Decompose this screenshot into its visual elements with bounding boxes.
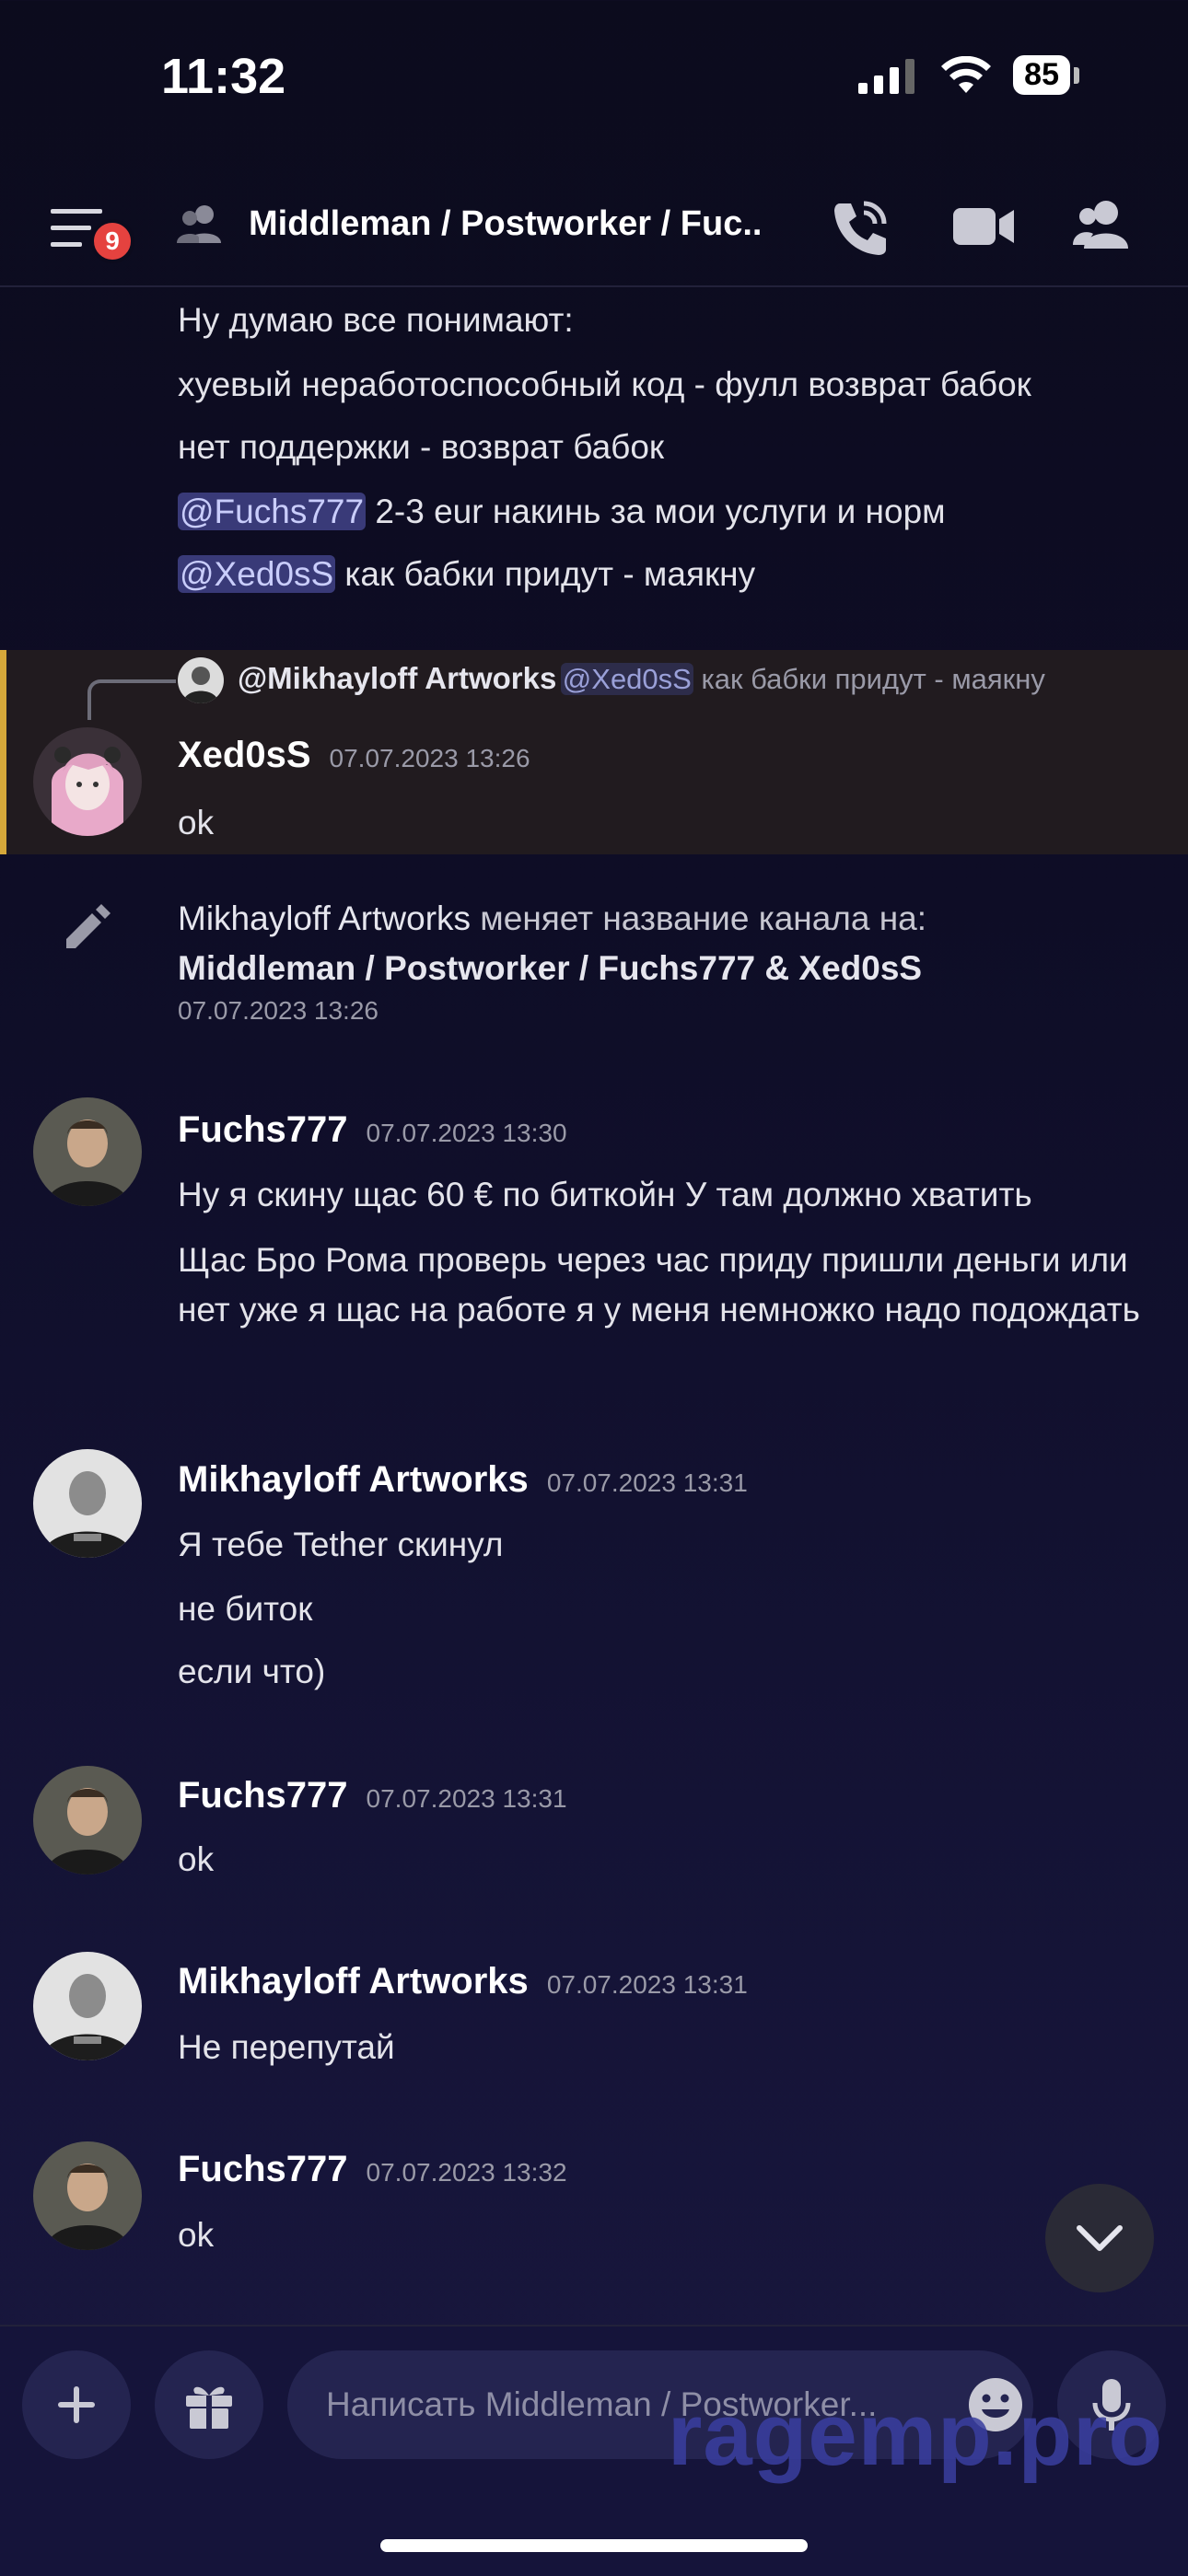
timestamp: 07.07.2023 13:31 xyxy=(546,1970,748,1999)
avatar[interactable] xyxy=(178,657,224,703)
signal-icon xyxy=(858,58,915,94)
message-header: Fuchs777 07.07.2023 13:32 xyxy=(178,2149,567,2190)
message-text: ok xyxy=(178,2216,215,2254)
battery-tip-icon xyxy=(1074,66,1079,84)
reply-text: как бабки придут - маякну xyxy=(693,663,1045,695)
system-message: Mikhayloff Artworks меняет название кана… xyxy=(178,895,926,943)
avatar[interactable] xyxy=(33,1952,142,2060)
channel-title[interactable]: Middleman / Postworker / Fuc... xyxy=(249,204,764,244)
chevron-down-icon xyxy=(1077,2225,1123,2251)
status-time: 11:32 xyxy=(161,49,286,104)
gift-button[interactable] xyxy=(155,2350,263,2459)
attach-button[interactable] xyxy=(22,2350,131,2459)
plus-icon xyxy=(58,2386,95,2423)
reply-preview[interactable]: @Mikhayloff Artworks @Xed0sS как бабки п… xyxy=(238,661,1045,696)
avatar[interactable] xyxy=(33,1449,142,1558)
message-text: Щас Бро Рома проверь через час приду при… xyxy=(178,1241,1140,1329)
message-text: не биток xyxy=(178,1590,313,1628)
avatar[interactable] xyxy=(33,2141,142,2250)
message-text: ok xyxy=(178,804,215,841)
timestamp: 07.07.2023 13:26 xyxy=(178,996,379,1025)
message-line: нет поддержки - возврат бабок xyxy=(178,428,665,466)
system-new-name: Middleman / Postworker / Fuchs777 & Xed0… xyxy=(178,949,923,987)
message-line: Ну думаю все понимают: xyxy=(178,301,574,339)
timestamp: 07.07.2023 13:31 xyxy=(366,1784,567,1813)
gift-icon xyxy=(186,2386,232,2429)
timestamp: 07.07.2023 13:30 xyxy=(366,1119,567,1147)
timestamp: 07.07.2023 13:32 xyxy=(366,2158,567,2187)
message-text: если что) xyxy=(178,1653,326,1690)
message-text: 2-3 eur накинь за мои услуги и норм xyxy=(366,493,946,530)
pencil-icon xyxy=(66,904,111,948)
notification-badge: 9 xyxy=(90,219,134,263)
user-mention[interactable]: @Xed0sS xyxy=(178,555,336,593)
jump-to-present-button[interactable] xyxy=(1045,2184,1154,2292)
message-line: @Fuchs777 2-3 eur накинь за мои услуги и… xyxy=(178,488,946,536)
system-actor[interactable]: Mikhayloff Artworks xyxy=(178,899,471,937)
video-call-icon[interactable] xyxy=(953,204,1016,249)
message-line: хуевый неработоспособный код - фулл возв… xyxy=(178,366,1031,403)
message-line: @Xed0sS как бабки придут - маякну xyxy=(178,551,755,598)
system-action: меняет название канала на: xyxy=(471,899,927,937)
voice-call-icon[interactable] xyxy=(831,198,891,257)
author-name[interactable]: Fuchs777 xyxy=(178,1109,348,1150)
avatar[interactable] xyxy=(33,1097,142,1206)
members-icon[interactable] xyxy=(1073,199,1134,250)
message-header: Mikhayloff Artworks 07.07.2023 13:31 xyxy=(178,1459,748,1501)
message-header: Xed0sS 07.07.2023 13:26 xyxy=(178,735,530,776)
message-text: Я тебе Tether скинул xyxy=(178,1526,504,1563)
avatar[interactable] xyxy=(33,727,142,836)
message-header: Mikhayloff Artworks 07.07.2023 13:31 xyxy=(178,1961,748,2002)
reply-author: @Mikhayloff Artworks xyxy=(238,661,557,695)
message-header: Fuchs777 07.07.2023 13:31 xyxy=(178,1775,567,1816)
reply-mention: @Xed0sS xyxy=(560,663,693,695)
message-header: Fuchs777 07.07.2023 13:30 xyxy=(178,1109,567,1151)
timestamp: 07.07.2023 13:31 xyxy=(546,1468,748,1497)
avatar[interactable] xyxy=(33,1766,142,1874)
timestamp: 07.07.2023 13:26 xyxy=(329,744,530,772)
message-text: как бабки придут - маякну xyxy=(335,555,756,593)
author-name[interactable]: Fuchs777 xyxy=(178,2149,348,2189)
home-indicator[interactable] xyxy=(380,2539,808,2552)
battery-indicator: 85 xyxy=(1013,55,1070,95)
message-text: ok xyxy=(178,1840,215,1878)
author-name[interactable]: Mikhayloff Artworks xyxy=(178,1961,529,2002)
status-icons: 85 xyxy=(858,55,1079,95)
author-name[interactable]: Xed0sS xyxy=(178,735,311,775)
message-text: Не перепутай xyxy=(178,2028,395,2066)
wifi-icon xyxy=(941,55,992,93)
message-text: Ну я скину щас 60 € по биткойн У там дол… xyxy=(178,1176,1032,1213)
author-name[interactable]: Fuchs777 xyxy=(178,1775,348,1816)
reply-connector xyxy=(87,679,176,720)
watermark-text: ragemp.pro xyxy=(668,2385,1164,2484)
user-mention[interactable]: @Fuchs777 xyxy=(178,493,367,530)
author-name[interactable]: Mikhayloff Artworks xyxy=(178,1459,529,1500)
group-dm-icon xyxy=(177,205,221,243)
